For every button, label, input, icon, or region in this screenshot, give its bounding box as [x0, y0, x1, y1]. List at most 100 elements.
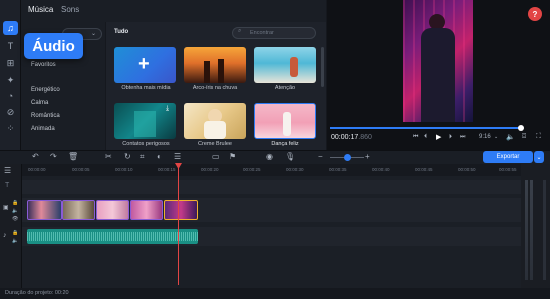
prev-frame-icon[interactable]: ⏴ [424, 134, 427, 141]
tab-music[interactable]: Música [28, 5, 53, 14]
waveform [27, 232, 198, 241]
doorway [134, 111, 156, 137]
filter-icon[interactable]: ⊘ [3, 105, 18, 119]
search-icon: ⌕ [238, 28, 242, 34]
ruler-tick: 00:00:25 [243, 167, 261, 172]
skip-back-icon[interactable]: ⏮ [413, 134, 418, 141]
stickers-icon[interactable]: ◔ [3, 89, 18, 103]
volume-icon[interactable]: 🔈 [506, 133, 515, 141]
record-icon[interactable]: ◉ [266, 152, 273, 162]
tracks-menu-icon[interactable]: ☰ [4, 166, 11, 175]
progress-fill [330, 127, 522, 129]
delete-icon[interactable]: 🗑 [68, 152, 78, 162]
help-button[interactable]: ? [528, 7, 542, 21]
zoom-out-icon[interactable]: − [318, 152, 323, 162]
crop-icon[interactable]: ⌗ [140, 152, 145, 162]
search-input[interactable]: Encontrar [232, 27, 316, 39]
more-tools-icon[interactable]: ⁘ [3, 121, 18, 135]
chevron-down-icon[interactable]: ⌄ [494, 134, 498, 140]
category-item[interactable]: Romântica [31, 113, 60, 119]
ruler-tick: 00:00:05 [72, 167, 90, 172]
ruler-tick: 00:00:45 [415, 167, 433, 172]
ruler-tick: 00:00:35 [329, 167, 347, 172]
ruler-tick: 00:00:55 [499, 167, 517, 172]
tile-label: Contatos perigosos [122, 141, 170, 147]
tile-contatos-perigosos[interactable]: ⤓ [114, 103, 176, 139]
zoom-slider-handle[interactable] [344, 154, 351, 161]
ruler-tick: 00:00:15 [158, 167, 176, 172]
next-frame-icon[interactable]: ⏵ [449, 134, 452, 141]
play-icon[interactable]: ▶ [436, 133, 441, 141]
volume-icon[interactable]: 🔈 [12, 238, 18, 244]
video-clip[interactable] [27, 200, 62, 220]
category-item[interactable]: Calma [31, 100, 48, 106]
timecode-main: 00:00:17 [331, 134, 359, 141]
transitions-icon[interactable]: ⊞ [3, 56, 18, 70]
tile-arco-iris[interactable] [184, 47, 246, 83]
volume-icon[interactable]: 🔈 [12, 208, 18, 214]
flag-icon[interactable]: ⚑ [229, 152, 236, 162]
clip-properties-icon[interactable]: ▭ [212, 152, 220, 162]
tile-danca-feliz[interactable] [254, 103, 316, 139]
tile-creme-brulee[interactable] [184, 103, 246, 139]
section-title: Tudo [114, 29, 129, 35]
media-tabs: Música Sons [21, 0, 326, 22]
timeline-scrollbar[interactable] [543, 180, 546, 280]
category-item[interactable]: Energético [31, 87, 60, 93]
silhouette [204, 61, 210, 83]
status-bar: Duração do projeto: 00:20 [0, 288, 550, 299]
silhouette [218, 59, 224, 83]
tile-label: Obtenha mais mídia [121, 85, 171, 91]
text-icon[interactable]: T [3, 39, 18, 53]
microphone-icon[interactable]: 🎙 [285, 152, 295, 162]
level-meter [530, 180, 533, 280]
settings-sliders-icon[interactable]: ☰ [174, 152, 181, 162]
progress-handle[interactable] [518, 125, 524, 131]
export-button[interactable]: Exportar [483, 151, 533, 163]
level-meter [525, 180, 528, 280]
figure [290, 57, 298, 77]
figure [204, 121, 226, 139]
rotate-icon[interactable]: ↻ [124, 152, 131, 162]
tab-sounds[interactable]: Sons [61, 5, 79, 14]
download-icon[interactable]: ⤓ [166, 105, 169, 113]
text-track-icon: T [5, 182, 10, 189]
chevron-down-icon: ⌄ [91, 31, 97, 37]
video-preview [403, 0, 473, 122]
aspect-ratio[interactable]: 9:16 [479, 134, 491, 140]
tile-get-more-media[interactable]: + [114, 47, 176, 83]
lock-icon[interactable]: 🔒 [12, 200, 18, 206]
video-clip[interactable] [62, 200, 95, 220]
undo-icon[interactable]: ↶ [32, 152, 39, 162]
camera-icon[interactable]: ⌼ [522, 133, 526, 141]
tile-label: Dança feliz [271, 141, 299, 147]
text-track[interactable] [22, 180, 521, 194]
lock-icon[interactable]: 🔒 [12, 230, 18, 236]
left-toolbar: ♫ T ⊞ ✦ ◔ ⊘ ⁘ [0, 0, 21, 150]
eye-icon[interactable]: 👁 [12, 216, 18, 222]
video-clip-selected[interactable] [164, 200, 198, 220]
music-note-icon[interactable]: ♫ [3, 21, 18, 35]
sparkle-icon[interactable]: ✦ [3, 73, 18, 87]
cut-icon[interactable]: ✂ [105, 152, 112, 162]
person-body [421, 28, 455, 122]
plus-icon: + [138, 53, 150, 75]
color-adjust-icon[interactable]: ◐ [157, 152, 162, 162]
ruler-tick: 00:00:50 [458, 167, 476, 172]
category-item[interactable]: Animada [31, 126, 55, 132]
export-dropdown-button[interactable]: ⌄ [534, 151, 544, 163]
audio-clip[interactable] [27, 229, 198, 244]
skip-forward-icon[interactable]: ⏭ [460, 134, 465, 141]
video-clip[interactable] [130, 200, 163, 220]
track-headers: ☰ T ▣ 🔒 🔈 👁 ♪ 🔒 🔈 [0, 164, 22, 288]
redo-icon[interactable]: ↷ [50, 152, 57, 162]
grid-scrollbar[interactable] [321, 47, 324, 87]
ruler-tick: 00:00:20 [201, 167, 219, 172]
zoom-in-icon[interactable]: + [365, 152, 370, 162]
video-clip[interactable] [96, 200, 129, 220]
music-note-icon: ♪ [3, 232, 7, 239]
fullscreen-icon[interactable]: ⛶ [536, 133, 541, 141]
tile-atencao[interactable] [254, 47, 316, 83]
playhead[interactable] [178, 163, 179, 285]
category-item[interactable]: Favoritos [31, 62, 56, 68]
